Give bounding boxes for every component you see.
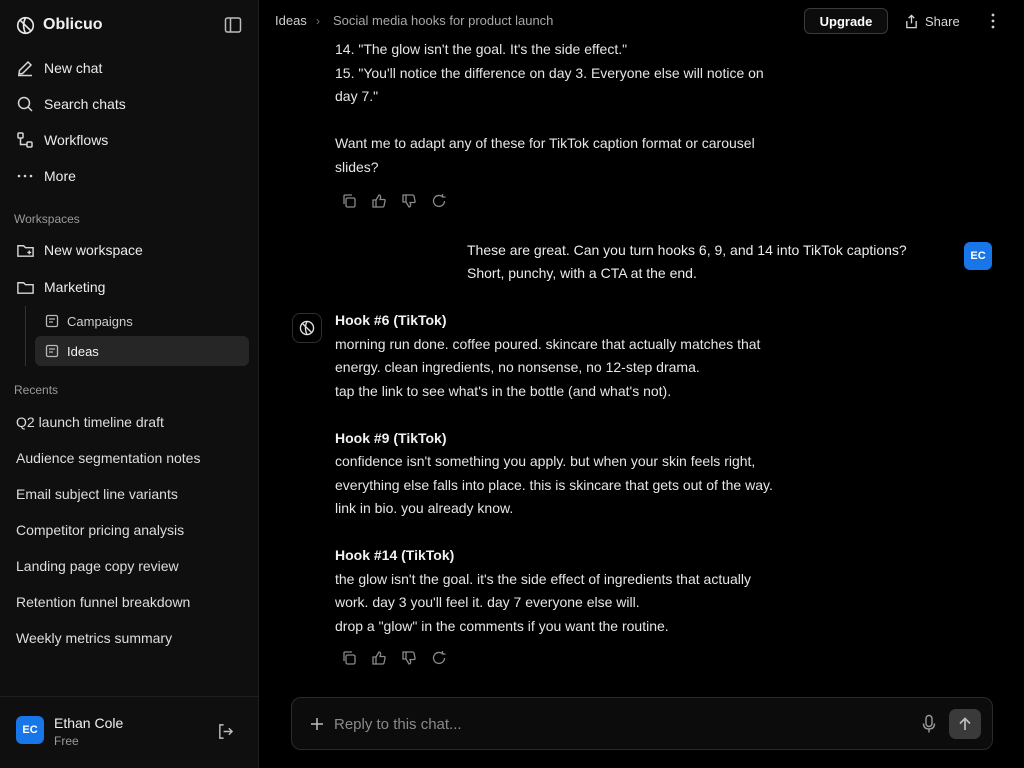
nav-new-chat[interactable]: New chat [0, 50, 258, 86]
user-message: These are great. Can you turn hooks 6, 9… [467, 239, 947, 284]
arrow-up-icon [959, 717, 971, 730]
document-icon [45, 314, 59, 328]
assistant-message: Hook #6 (TikTok) morning run done. coffe… [335, 309, 815, 638]
copy-icon[interactable] [341, 650, 357, 666]
message-line: 14. "The glow isn't the goal. It's the s… [335, 41, 628, 57]
user-message-avatar: EC [964, 242, 992, 270]
recent-chat-item[interactable]: Q2 launch timeline draft [16, 414, 164, 430]
composer [291, 697, 993, 750]
ellipsis-icon [17, 174, 33, 178]
sidebar-toggle-icon[interactable] [224, 16, 242, 34]
hook-heading: Hook #14 (TikTok) [335, 547, 455, 563]
share-icon [906, 13, 917, 28]
app-root: Oblicuo New chat Search chats Workflows [0, 0, 1024, 768]
workspaces-title: Workspaces [14, 212, 80, 226]
message-line: link in bio. you already know. [335, 500, 514, 516]
folder-plus-icon [17, 244, 34, 257]
recent-chat-item[interactable]: Competitor pricing analysis [16, 522, 184, 538]
new-workspace-button[interactable]: New workspace [16, 235, 248, 265]
share-label: Share [925, 13, 960, 29]
thumbs-up-icon[interactable] [371, 193, 387, 209]
thumbs-down-icon[interactable] [401, 193, 417, 209]
breadcrumb-separator: › [316, 14, 320, 28]
recent-chat-item[interactable]: Audience segmentation notes [16, 450, 200, 466]
message-line: These are great. Can you turn hooks 6, 9… [467, 242, 907, 258]
message-line: drop a "glow" in the comments if you wan… [335, 617, 669, 634]
upgrade-button[interactable]: Upgrade [804, 8, 888, 34]
message-actions [341, 650, 447, 666]
regenerate-icon[interactable] [431, 193, 447, 209]
tree-connector [25, 306, 26, 366]
app-name: Oblicuo [43, 16, 103, 33]
nav-search-chats[interactable]: Search chats [0, 86, 258, 122]
new-workspace-label: New workspace [44, 242, 143, 258]
recents-title: Recents [14, 383, 59, 397]
message-line: Want me to adapt any of these for TikTok… [335, 135, 755, 151]
message-actions [341, 193, 447, 209]
workspace-folder-label: Marketing [44, 279, 106, 295]
logout-icon[interactable] [217, 723, 234, 740]
search-icon [17, 96, 33, 112]
more-options-icon[interactable] [985, 11, 1001, 31]
message-line: tap the link to see what's in the bottle… [335, 382, 672, 399]
message-line: confidence isn't something you apply. bu… [335, 453, 756, 469]
regenerate-icon[interactable] [431, 650, 447, 666]
oblicuo-logo-icon [16, 16, 35, 34]
document-icon [45, 344, 59, 358]
hook-heading: Hook #6 (TikTok) [335, 312, 447, 328]
breadcrumb-chat-title: Social media hooks for product launch [333, 13, 554, 28]
message-line: work. day 3 you'll feel it. day 7 everyo… [335, 594, 640, 610]
thumbs-down-icon[interactable] [401, 650, 417, 666]
sidebar: Oblicuo New chat Search chats Workflows [0, 0, 259, 768]
breadcrumb-workspace[interactable]: Ideas [275, 13, 307, 28]
send-button[interactable] [949, 709, 981, 739]
nav-label: More [44, 168, 76, 184]
hook-heading: Hook #9 (TikTok) [335, 429, 447, 446]
folder-icon [17, 281, 34, 294]
nav-workflows[interactable]: Workflows [0, 122, 258, 158]
reply-input[interactable] [334, 712, 874, 736]
user-name: Ethan Cole [54, 715, 124, 731]
recent-chat-item[interactable]: Landing page copy review [16, 558, 179, 574]
plus-icon[interactable] [309, 716, 325, 732]
message-line: morning run done. coffee poured. skincar… [335, 335, 761, 352]
nav-label: New chat [44, 60, 103, 76]
copy-icon[interactable] [341, 193, 357, 209]
chat-main: Ideas › Social media hooks for product l… [259, 0, 1024, 768]
nav-more[interactable]: More [0, 158, 258, 194]
brand: Oblicuo [16, 14, 242, 36]
nav-label: Workflows [44, 132, 109, 148]
microphone-icon[interactable] [921, 714, 937, 734]
message-line: Short, punchy, with a CTA at the end. [467, 264, 697, 281]
recent-chat-item[interactable]: Retention funnel breakdown [16, 594, 190, 610]
workspace-folder-marketing[interactable]: Marketing [16, 272, 248, 302]
avatar: EC [16, 716, 44, 744]
message-line: slides? [335, 158, 379, 175]
message-line: 15. "You'll notice the difference on day… [335, 64, 764, 81]
user-plan: Free [54, 734, 79, 748]
oblicuo-logo-icon [299, 320, 315, 336]
user-profile[interactable]: EC Ethan Cole Free [0, 696, 258, 768]
nav-label: Search chats [44, 96, 126, 112]
thumbs-up-icon[interactable] [371, 650, 387, 666]
message-line: the glow isn't the goal. it's the side e… [335, 570, 752, 587]
assistant-message-previous: 14. "The glow isn't the goal. It's the s… [335, 38, 815, 179]
message-line: everything else falls into place. this i… [335, 476, 773, 493]
assistant-avatar [292, 313, 322, 343]
workspace-item-ideas[interactable]: Ideas [35, 336, 249, 366]
recent-chat-item[interactable]: Email subject line variants [16, 486, 178, 502]
pencil-icon [18, 60, 33, 77]
top-bar: Ideas › Social media hooks for product l… [259, 0, 1024, 42]
recent-chat-item[interactable]: Weekly metrics summary [16, 630, 172, 646]
workspace-item-campaigns[interactable]: Campaigns [35, 306, 249, 336]
primary-nav: New chat Search chats Workflows More [0, 50, 258, 194]
message-line: energy. clean ingredients, no nonsense, … [335, 359, 700, 375]
workspace-item-label: Campaigns [67, 313, 133, 329]
share-button[interactable]: Share [904, 10, 960, 32]
message-line: day 7." [335, 88, 379, 104]
workspace-item-label: Ideas [67, 343, 99, 359]
workflow-icon [17, 132, 33, 148]
